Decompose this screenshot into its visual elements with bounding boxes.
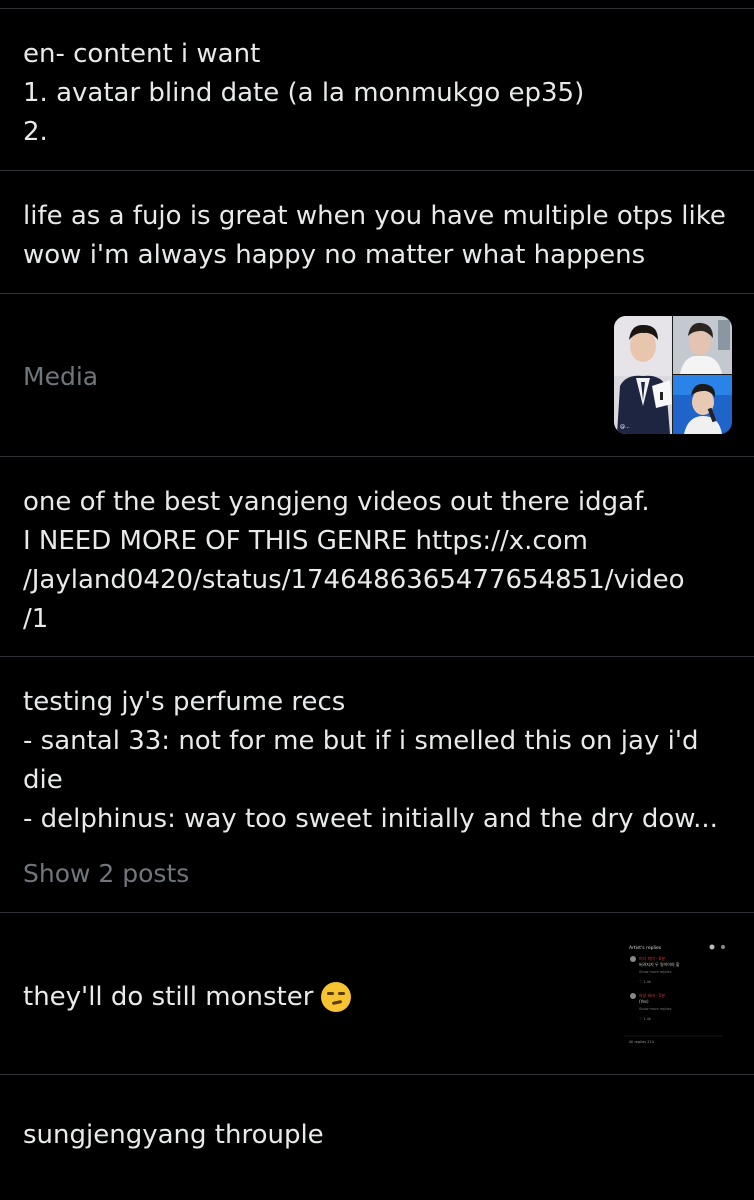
note-text-line[interactable]: testing jy's perfume recs xyxy=(23,683,345,722)
screenshot-thumbnail[interactable]: Artist's replies 미디·미미 · 6분 버려지지 두 명이어야 … xyxy=(614,935,732,1053)
divider xyxy=(0,170,754,171)
svg-text:아앙 비비 · 5분: 아앙 비비 · 5분 xyxy=(639,992,665,998)
svg-text:미디·미미 · 6분: 미디·미미 · 6분 xyxy=(639,955,665,961)
divider xyxy=(0,1074,754,1075)
note-text-line[interactable]: 1. avatar blind date (a la monmukgo ep35… xyxy=(23,74,584,113)
svg-text:Show more replies: Show more replies xyxy=(639,1007,672,1011)
svg-text:Artist's replies: Artist's replies xyxy=(629,945,662,951)
divider xyxy=(0,912,754,913)
note-text-line[interactable]: - delphinus: way too sweet initially and… xyxy=(23,800,718,839)
note-text-row[interactable]: they'll do still monster xyxy=(23,977,352,1016)
svg-text:버려지지 두 명이어야 할: 버려지지 두 명이어야 할 xyxy=(639,961,680,967)
screenshot-image: Artist's replies 미디·미미 · 6분 버려지지 두 명이어야 … xyxy=(614,935,732,1053)
divider xyxy=(0,8,754,9)
note-text-line[interactable]: sungjengyang throuple xyxy=(23,1116,324,1155)
media-label[interactable]: Media xyxy=(23,360,98,394)
photo-collage-thumbnail[interactable]: @... xyxy=(614,316,732,434)
svg-text:(Yes): (Yes) xyxy=(639,999,649,1004)
note-text-line[interactable]: life as a fujo is great when you have mu… xyxy=(23,197,726,236)
svg-text:♡ 1.4k: ♡ 1.4k xyxy=(639,1017,652,1021)
photo-collage-image: @... xyxy=(614,316,732,434)
divider xyxy=(0,656,754,657)
note-text-line[interactable]: en- content i want xyxy=(23,35,260,74)
svg-text:@...: @... xyxy=(620,424,630,430)
note-text-line[interactable]: I NEED MORE OF THIS GENRE https://x.com xyxy=(23,522,588,561)
svg-text:Show more replies: Show more replies xyxy=(639,970,672,974)
note-text-line[interactable]: /1 xyxy=(23,600,48,639)
svg-text:♡ 1.4k: ♡ 1.4k xyxy=(639,980,652,984)
show-posts-link[interactable]: Show 2 posts xyxy=(23,857,189,891)
note-text: they'll do still monster xyxy=(23,981,314,1012)
smirking-face-emoji xyxy=(321,981,352,1012)
divider xyxy=(0,293,754,294)
note-text-line[interactable]: one of the best yangjeng videos out ther… xyxy=(23,483,650,522)
svg-text:All replies 214: All replies 214 xyxy=(629,1040,655,1044)
note-text-line[interactable]: 2. xyxy=(23,113,48,152)
divider xyxy=(0,456,754,457)
note-text-line[interactable]: /Jayland0420/status/1746486365477654851/… xyxy=(23,561,685,600)
note-text-line[interactable]: die xyxy=(23,761,63,800)
note-text-line[interactable]: - santal 33: not for me but if i smelled… xyxy=(23,722,698,761)
notes-list: en- content i want 1. avatar blind date … xyxy=(0,0,754,1200)
note-text-line[interactable]: wow i'm always happy no matter what happ… xyxy=(23,236,645,275)
